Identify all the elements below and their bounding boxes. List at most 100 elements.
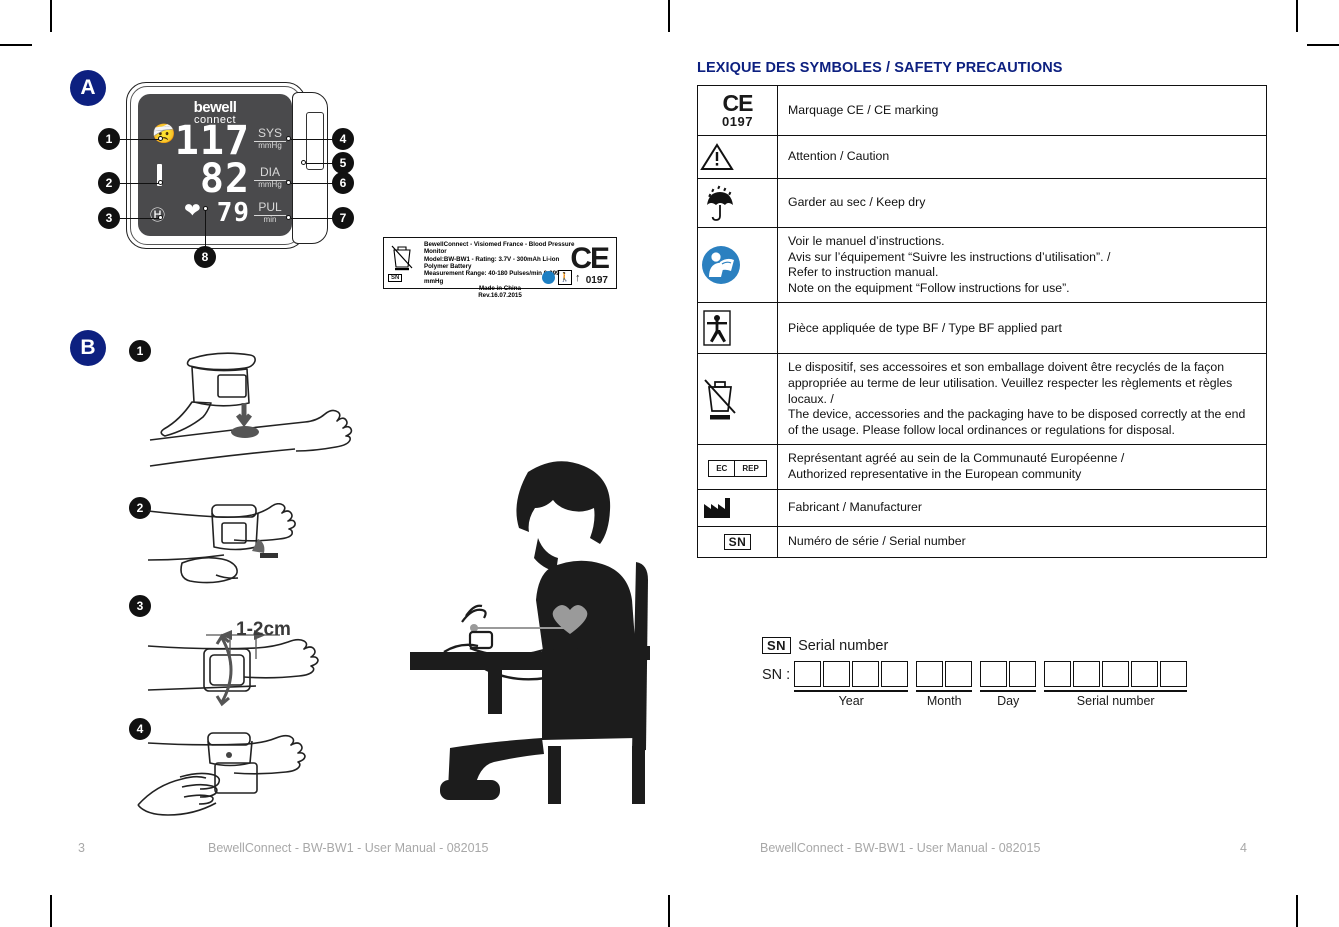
sn-input-cell[interactable] [1009, 661, 1037, 687]
cuff-buckle [306, 112, 324, 170]
serial-number-entry-block: SN Serial number SN : Year Month Day Ser… [762, 637, 1222, 708]
section-badge-b: B [70, 330, 106, 366]
sn-tag-icon: SN [762, 637, 792, 654]
symbol-description: Attention / Caution [777, 135, 1267, 179]
sn-input-cell[interactable] [852, 661, 880, 687]
symbol-description: Fabricant / Manufacturer [777, 488, 1267, 527]
type-bf-applied-part-icon [697, 302, 778, 355]
callout-anchor-2 [158, 180, 163, 185]
callout-3: 3 [98, 207, 120, 229]
sn-input-cell[interactable] [794, 661, 822, 687]
symbols-section-title: LEXIQUE DES SYMBOLES / SAFETY PRECAUTION… [697, 60, 1063, 76]
section-a-device-overview: A bewell connect 🤕 Ⓗ ❤ 117 82 79 SYS mmH… [60, 60, 360, 310]
distance-label: 1-2cm [236, 619, 291, 640]
sn-input-cell[interactable] [881, 661, 909, 687]
sn-cells-year [794, 661, 909, 687]
read-manual-icon [542, 271, 555, 284]
footer-right-page: BewellConnect - BW-BW1 - User Manual - 0… [760, 841, 1247, 855]
table-row: Fabricant / Manufacturer [697, 488, 1267, 527]
read-manual-glyph [702, 246, 740, 285]
callout-7: 7 [332, 207, 354, 229]
label-line-4: Made in China [479, 284, 521, 292]
callout-6: 6 [332, 172, 354, 194]
table-row: SN Numéro de série / Serial number [697, 525, 1267, 558]
step-2-illustration [147, 503, 296, 584]
callout-leader-1 [120, 139, 160, 140]
dia-unit: mmHg [258, 179, 282, 189]
sn-input-cell[interactable] [916, 661, 944, 687]
table-row: Le dispositif, ses accessoires et son em… [697, 353, 1267, 446]
footer-text-right: BewellConnect - BW-BW1 - User Manual - 0… [760, 841, 1041, 855]
sn-heading-label: Serial number [798, 637, 889, 654]
label-notified-body-number: 0197 [585, 275, 608, 286]
rep-label: REP [742, 463, 759, 473]
sn-input-cell[interactable] [980, 661, 1008, 687]
callout-1: 1 [98, 128, 120, 150]
dia-unit-group: DIA mmHg [254, 166, 286, 189]
sn-group-label: Day [997, 693, 1020, 708]
table-row: Pièce appliquée de type BF / Type BF app… [697, 302, 1267, 355]
label-line-5: Rev.16.07.2015 [478, 292, 522, 300]
heartbeat-icon: ❤ [184, 200, 201, 222]
sys-label: SYS [254, 127, 286, 142]
crop-mark-bottom-center [668, 895, 670, 927]
ce-marking-icon: CE 0197 [697, 85, 778, 136]
callout-leader-7 [291, 218, 337, 219]
callout-leader-8 [205, 209, 206, 249]
symbol-description: Le dispositif, ses accessoires et son em… [777, 353, 1267, 446]
sn-group-label: Year [838, 693, 864, 708]
sn-input-cell[interactable] [1160, 661, 1188, 687]
sn-input-cell[interactable] [1131, 661, 1159, 687]
sn-cells-serial [1044, 661, 1188, 687]
symbol-description-line: Garder au sec / Keep dry [788, 195, 926, 210]
pul-unit-group: PUL min [254, 201, 286, 224]
sn-input-cell[interactable] [945, 661, 973, 687]
callout-anchor-3 [158, 215, 163, 220]
sn-group-year: Year [794, 661, 909, 708]
sn-underline [1044, 690, 1188, 692]
sn-input-cell[interactable] [1073, 661, 1101, 687]
callout-8: 8 [194, 246, 216, 268]
callout-anchor-1 [158, 136, 163, 141]
sn-input-cell[interactable] [1102, 661, 1130, 687]
read-manual-icon [697, 226, 778, 304]
sn-prefix-label: SN : [762, 667, 791, 683]
table-row: Voir le manuel d’instructions. Avis sur … [697, 226, 1267, 304]
sys-unit-group: SYS mmHg [254, 127, 286, 150]
label-sn-tag: SN [388, 274, 403, 282]
ec-rep-box: EC REP [708, 459, 767, 477]
ce-notified-body: 0197 [722, 114, 753, 129]
table-row: EC REP Représentant agréé au sein de la … [697, 444, 1267, 490]
weee-crossed-bin-icon [391, 245, 413, 271]
type-bf-glyph [703, 310, 731, 347]
crop-mark-top-left [50, 0, 52, 32]
sn-input-cell[interactable] [1044, 661, 1072, 687]
crop-mark-top-right [1296, 0, 1298, 32]
umbrella-glyph [707, 185, 733, 221]
label-line-1: BewellConnect - Visiomed France - Blood … [424, 241, 575, 256]
serial-number-heading: SN Serial number [762, 637, 1222, 654]
pul-label: PUL [254, 201, 286, 216]
sn-group-month: Month [916, 661, 973, 708]
weee-crossed-bin-icon [697, 353, 778, 446]
callout-5: 5 [332, 152, 354, 174]
symbol-description: Marquage CE / CE marking [777, 85, 1267, 136]
step-1-illustration [149, 352, 353, 467]
label-line-2: Model:BW-BW1 - Rating: 3.7V - 300mAh Li-… [424, 255, 560, 270]
sn-glyph: SN [723, 533, 752, 550]
sys-unit: mmHg [258, 140, 282, 150]
symbol-description: Pièce appliquée de type BF / Type BF app… [777, 302, 1267, 355]
callout-anchor-8 [203, 206, 208, 211]
dia-reading: 82 [199, 156, 250, 202]
ce-marking-icon: CE [570, 242, 610, 275]
sn-input-cell[interactable] [823, 661, 851, 687]
manual-spread: A bewell connect 🤕 Ⓗ ❤ 117 82 79 SYS mmH… [0, 0, 1339, 927]
table-row: Garder au sec / Keep dry [697, 178, 1267, 228]
dia-label: DIA [254, 166, 286, 181]
serial-number-row: SN : Year Month Day Serial number [762, 661, 1222, 708]
crop-mark-right-top [1307, 44, 1339, 46]
symbol-description: Voir le manuel d’instructions. Avis sur … [777, 226, 1267, 304]
callout-4: 4 [332, 128, 354, 150]
ce-icon-text: CE [722, 90, 754, 116]
table-row: Attention / Caution [697, 135, 1267, 179]
